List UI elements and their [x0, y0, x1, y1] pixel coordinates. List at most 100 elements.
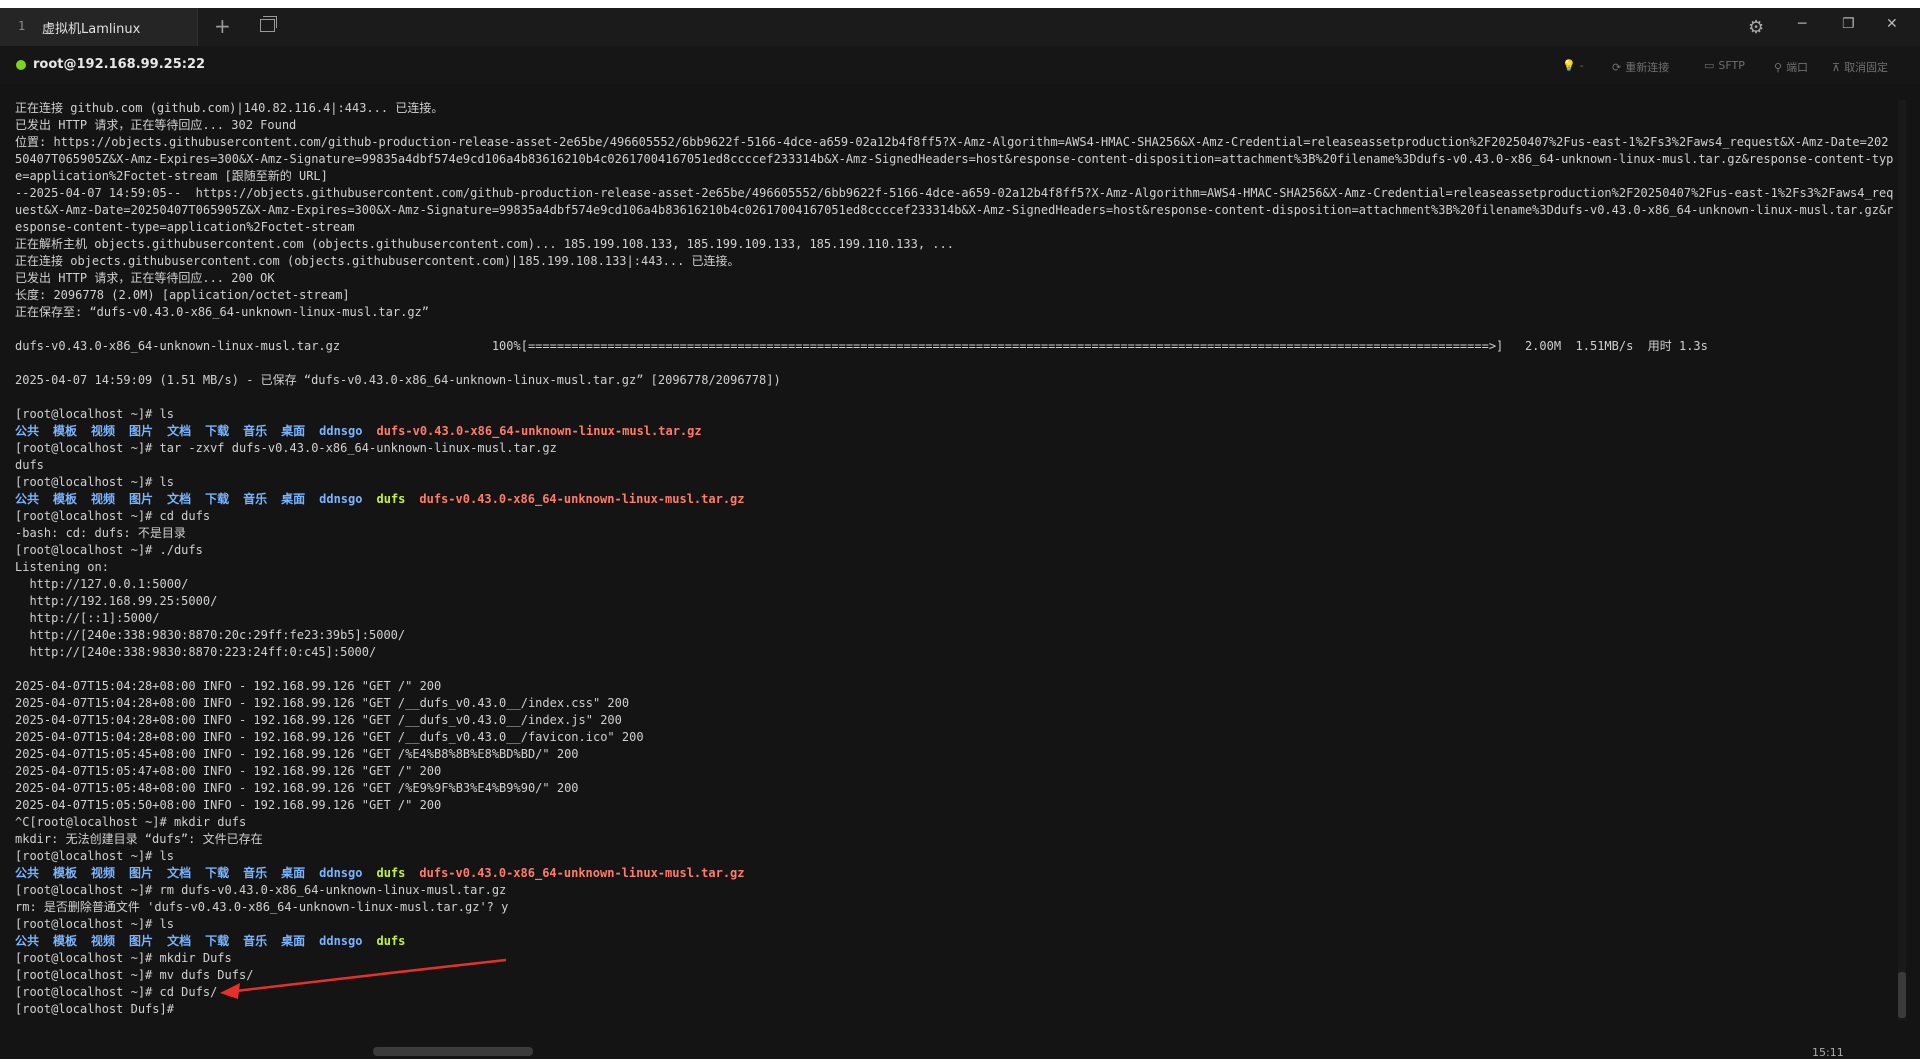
- ls-entry: 文档: [167, 866, 192, 880]
- ls-entry: 公共: [15, 934, 40, 948]
- ls-entry: ddnsgo: [319, 866, 363, 880]
- session-title: root@192.168.99.25:22: [33, 57, 206, 72]
- terminal-line: 公共 模板 视频 图片 文档 下载 音乐 桌面 ddnsgo dufs-v0.43.0-x86_6…: [15, 423, 1895, 440]
- terminal-line: 2025-04-07T15:05:48+08:00 INFO - 192.168…: [15, 781, 579, 795]
- ls-entry: 模板: [53, 934, 78, 948]
- terminal-line: 位置: https://objects.githubusercontent.co…: [15, 135, 1894, 183]
- terminal-line: http://[::1]:5000/: [15, 611, 160, 625]
- terminal-line: 2025-04-07T15:04:28+08:00 INFO - 192.168…: [15, 713, 622, 727]
- ls-entry: 音乐: [243, 424, 268, 438]
- ls-entry: 模板: [53, 492, 78, 506]
- terminal-line: 正在连接 objects.githubusercontent.com (obje…: [15, 254, 740, 268]
- tab-list-icon[interactable]: [260, 16, 277, 32]
- tab-number: 1: [18, 19, 26, 33]
- terminal-line: [root@localhost ~]# ls: [15, 407, 174, 421]
- ls-entry: 下载: [205, 866, 230, 880]
- terminal-line: 正在解析主机 objects.githubusercontent.com (ob…: [15, 237, 954, 251]
- terminal-line: 2025-04-07 14:59:09 (1.51 MB/s) - 已保存 “d…: [15, 373, 781, 387]
- ls-entry: 下载: [205, 492, 230, 506]
- terminal-line: 长度: 2096778 (2.0M) [application/octet-st…: [15, 288, 350, 302]
- terminal-line: --2025-04-07 14:59:05-- https://objects.…: [15, 186, 1894, 234]
- ls-entry: 下载: [205, 424, 230, 438]
- terminal-output[interactable]: 正在连接 github.com (github.com)|140.82.116.…: [15, 100, 1895, 1018]
- terminal-line: [root@localhost ~]# ls: [15, 917, 174, 931]
- ls-entry: dufs: [376, 866, 406, 880]
- ls-entry: 桌面: [281, 424, 306, 438]
- terminal-line: 2025-04-07T15:05:47+08:00 INFO - 192.168…: [15, 764, 442, 778]
- terminal-line: http://127.0.0.1:5000/: [15, 577, 189, 591]
- terminal-line: [root@localhost ~]# mv dufs Dufs/: [15, 968, 254, 982]
- terminal-line: [root@localhost ~]# cd Dufs/: [15, 985, 218, 999]
- terminal-line: 公共 模板 视频 图片 文档 下载 音乐 桌面 ddnsgo dufs dufs-v0.43.0-x…: [15, 865, 1895, 882]
- gear-icon[interactable]: ⚙: [1748, 17, 1764, 38]
- close-button[interactable]: ✕: [1886, 16, 1898, 32]
- terminal-line: 2025-04-07T15:04:28+08:00 INFO - 192.168…: [15, 696, 630, 710]
- terminal-line: [root@localhost ~]# ls: [15, 475, 174, 489]
- connection-status-dot: [16, 60, 26, 70]
- terminal-line: [root@localhost ~]# ./dufs: [15, 543, 203, 557]
- terminal-line: 2025-04-07T15:05:50+08:00 INFO - 192.168…: [15, 798, 442, 812]
- tab-title: 虚拟机Lamlinux: [42, 22, 141, 37]
- port-button[interactable]: ⚲ 端口: [1774, 59, 1808, 75]
- port-icon: ⚲: [1774, 61, 1783, 74]
- ls-entry: 文档: [167, 424, 192, 438]
- terminal-line: 正在连接 github.com (github.com)|140.82.116.…: [15, 101, 444, 115]
- ls-entry: 文档: [167, 492, 192, 506]
- ls-entry: 图片: [129, 866, 154, 880]
- terminal-line: Listening on:: [15, 560, 109, 574]
- minimize-button[interactable]: ─: [1798, 16, 1806, 32]
- terminal-line: 公共 模板 视频 图片 文档 下载 音乐 桌面 ddnsgo dufs dufs-v0.43.0-x…: [15, 491, 1895, 508]
- top-strip: [0, 0, 1920, 8]
- taskbar-clock: 15:11: [1812, 1046, 1844, 1059]
- ls-entry: 桌面: [281, 934, 306, 948]
- terminal-line: 2025-04-07T15:04:28+08:00 INFO - 192.168…: [15, 679, 442, 693]
- new-tab-button[interactable]: +: [214, 14, 231, 38]
- lightbulb-button[interactable]: 💡 -: [1562, 59, 1584, 72]
- ls-entry: 桌面: [281, 492, 306, 506]
- pin-icon: ⊼: [1832, 61, 1841, 74]
- terminal-line: -bash: cd: dufs: 不是目录: [15, 526, 186, 540]
- ls-entry: dufs-v0.43.0-x86_64-unknown-linux-musl.t…: [419, 866, 745, 880]
- ls-entry: 模板: [53, 424, 78, 438]
- terminal-line: http://[240e:338:9830:8870:20c:29ff:fe23…: [15, 628, 406, 642]
- reconnect-button[interactable]: ⟳ 重新连接: [1612, 59, 1669, 75]
- terminal-line: 2025-04-07T15:04:28+08:00 INFO - 192.168…: [15, 730, 644, 744]
- ls-entry: 图片: [129, 424, 154, 438]
- ls-entry: dufs-v0.43.0-x86_64-unknown-linux-musl.t…: [376, 424, 702, 438]
- terminal-line: mkdir: 无法创建目录 “dufs”: 文件已存在: [15, 832, 263, 846]
- ls-entry: dufs-v0.43.0-x86_64-unknown-linux-musl.t…: [419, 492, 745, 506]
- ls-entry: 下载: [205, 934, 230, 948]
- tab-bar: 1 虚拟机Lamlinux + ⚙ ─ ❐ ✕: [0, 8, 1920, 46]
- sftp-icon: ▭: [1704, 59, 1715, 72]
- ls-entry: ddnsgo: [319, 424, 363, 438]
- maximize-button[interactable]: ❐: [1842, 16, 1855, 32]
- vertical-scrollbar[interactable]: [1898, 100, 1906, 1020]
- terminal-line: 正在保存至: “dufs-v0.43.0-x86_64-unknown-linu…: [15, 305, 430, 319]
- terminal-line: [root@localhost ~]# ls: [15, 849, 174, 863]
- ls-entry: 图片: [129, 492, 154, 506]
- terminal-line: ^C[root@localhost ~]# mkdir dufs: [15, 815, 247, 829]
- horizontal-scroll-thumb[interactable]: [373, 1047, 533, 1056]
- terminal-line: 已发出 HTTP 请求，正在等待回应... 200 OK: [15, 271, 275, 285]
- terminal-line: 2025-04-07T15:05:45+08:00 INFO - 192.168…: [15, 747, 579, 761]
- ls-entry: 图片: [129, 934, 154, 948]
- ls-entry: 视频: [91, 866, 116, 880]
- ls-entry: 公共: [15, 866, 40, 880]
- unpin-button[interactable]: ⊼ 取消固定: [1832, 59, 1888, 75]
- sftp-button[interactable]: ▭ SFTP: [1704, 59, 1745, 72]
- terminal-line: [root@localhost ~]# mkdir Dufs: [15, 951, 232, 965]
- terminal-line: rm: 是否删除普通文件 'dufs-v0.43.0-x86_64-unknow…: [15, 900, 509, 914]
- vertical-scroll-thumb[interactable]: [1898, 972, 1906, 1018]
- terminal-line: dufs: [15, 458, 44, 472]
- ls-entry: 视频: [91, 424, 116, 438]
- tab-session[interactable]: 1 虚拟机Lamlinux: [0, 8, 198, 46]
- reconnect-icon: ⟳: [1612, 61, 1622, 74]
- ls-entry: 桌面: [281, 866, 306, 880]
- ls-entry: 公共: [15, 492, 40, 506]
- ls-entry: 文档: [167, 934, 192, 948]
- ls-entry: 模板: [53, 866, 78, 880]
